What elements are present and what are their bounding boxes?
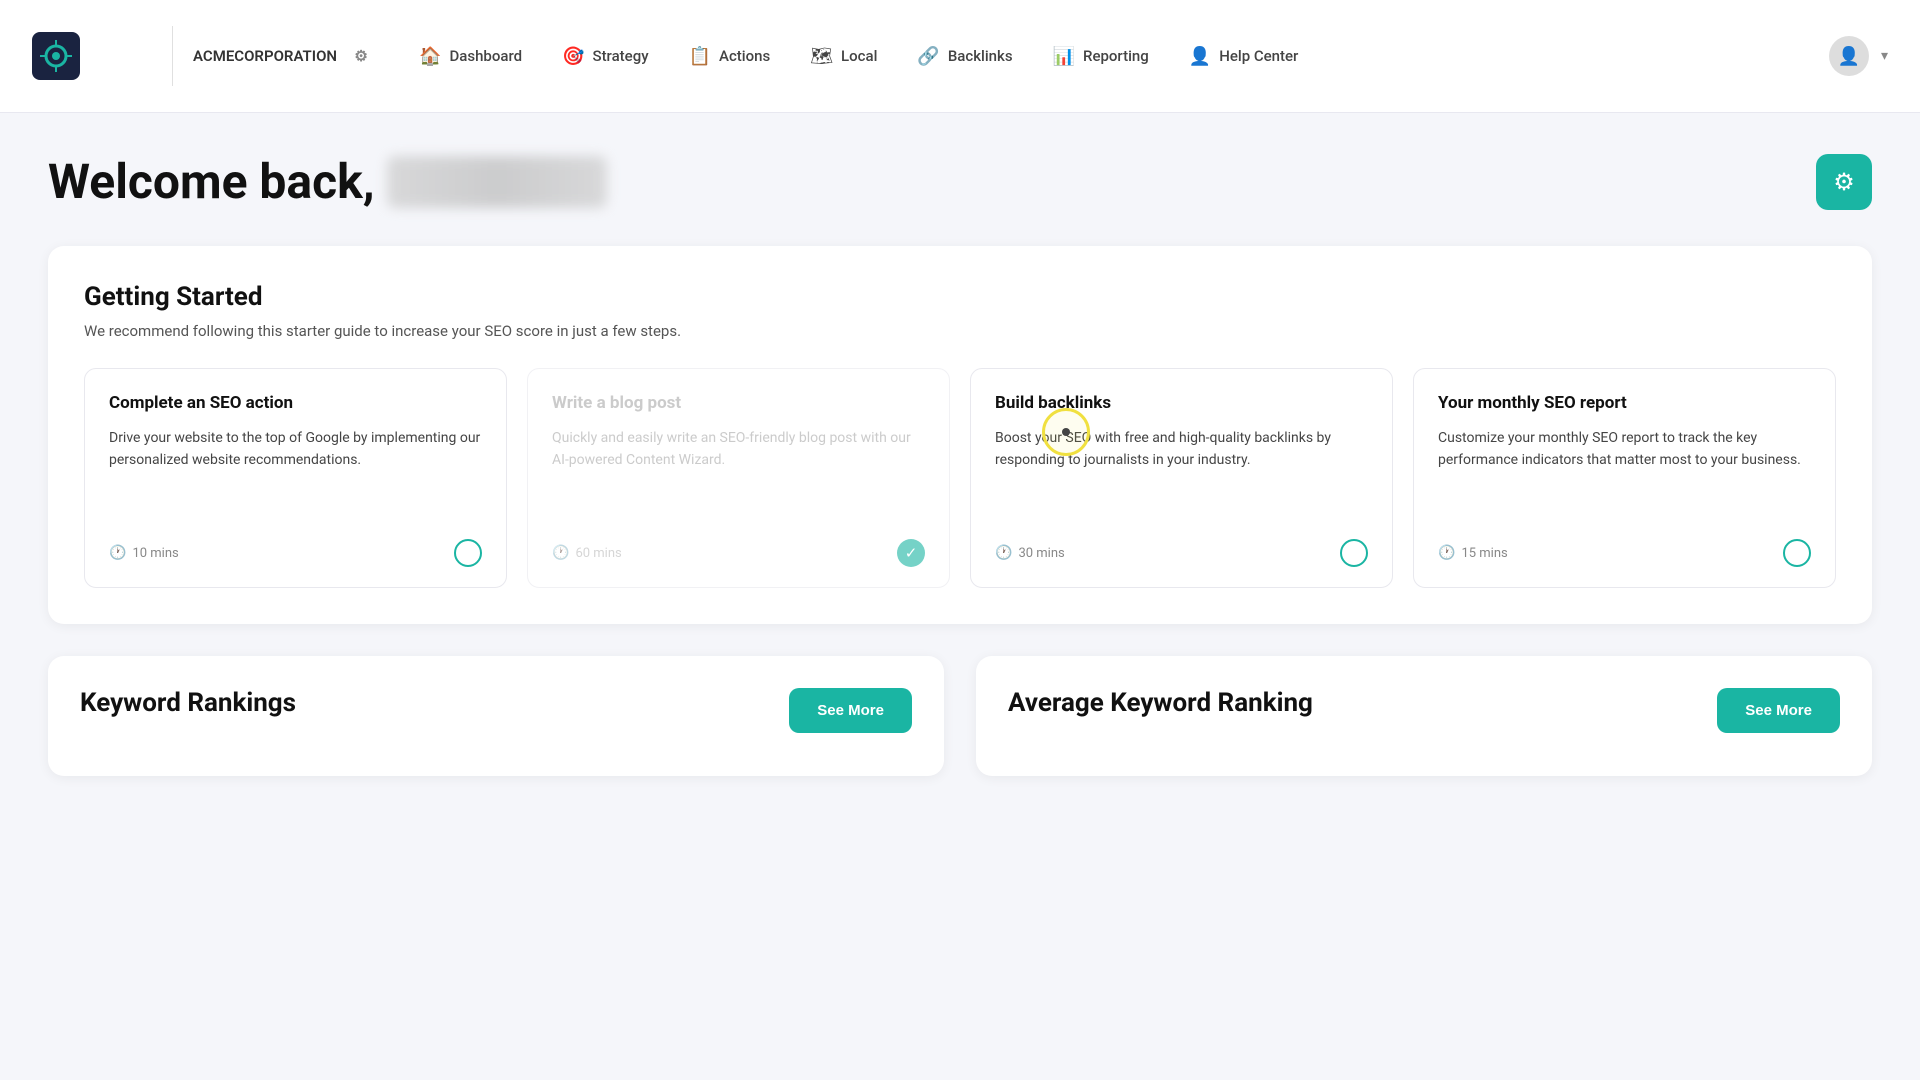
nav-item-reporting[interactable]: 📊 Reporting xyxy=(1035,36,1167,77)
step-check-blog-post[interactable]: ✓ xyxy=(897,539,925,567)
step-card-backlinks[interactable]: Build backlinks Boost your SEO with free… xyxy=(970,368,1393,588)
keyword-rankings-title: Keyword Rankings xyxy=(80,688,296,718)
keyword-rankings-card: Keyword Rankings See More xyxy=(48,656,944,776)
step-time-blog-post: 🕐 60 mins xyxy=(552,545,622,561)
page-settings-icon: ⚙ xyxy=(1833,168,1855,196)
header-divider xyxy=(172,26,173,86)
user-name-blurred xyxy=(387,156,607,208)
step-check-backlinks[interactable] xyxy=(1340,539,1368,567)
main-content: Welcome back, ⚙ Getting Started We recom… xyxy=(0,113,1920,816)
reporting-icon: 📊 xyxy=(1053,46,1075,67)
step-card-blog-post[interactable]: Write a blog post Quickly and easily wri… xyxy=(527,368,950,588)
welcome-prefix: Welcome back, xyxy=(48,153,375,210)
step-time-value-blog-post: 60 mins xyxy=(575,546,621,561)
step-card-seo-action[interactable]: Complete an SEO action Drive your websit… xyxy=(84,368,507,588)
avg-keyword-ranking-card: Average Keyword Ranking See More xyxy=(976,656,1872,776)
step-desc-seo-report: Customize your monthly SEO report to tra… xyxy=(1438,427,1811,519)
keyword-rankings-see-more-button[interactable]: See More xyxy=(789,688,912,733)
backlinks-icon: 🔗 xyxy=(917,46,939,67)
step-footer-seo-action: 🕐 10 mins xyxy=(109,539,482,567)
clock-icon-backlinks: 🕐 xyxy=(995,545,1012,561)
step-title-backlinks: Build backlinks xyxy=(995,393,1368,413)
actions-icon: 📋 xyxy=(689,46,711,67)
step-footer-backlinks: 🕐 30 mins xyxy=(995,539,1368,567)
step-time-seo-report: 🕐 15 mins xyxy=(1438,545,1508,561)
local-icon: 🗺 xyxy=(810,46,833,67)
nav-label-dashboard: Dashboard xyxy=(449,47,522,65)
nav-label-helpcenter: Help Center xyxy=(1219,47,1298,65)
getting-started-subtitle: We recommend following this starter guid… xyxy=(84,322,1836,340)
step-check-seo-report[interactable] xyxy=(1783,539,1811,567)
step-desc-seo-action: Drive your website to the top of Google … xyxy=(109,427,482,519)
step-footer-seo-report: 🕐 15 mins xyxy=(1438,539,1811,567)
user-avatar-button[interactable]: 👤 xyxy=(1829,36,1869,76)
nav-item-helpcenter[interactable]: 👤 Help Center xyxy=(1171,36,1317,77)
welcome-text: Welcome back, xyxy=(48,153,607,210)
nav-item-dashboard[interactable]: 🏠 Dashboard xyxy=(401,36,540,77)
bottom-grid: Keyword Rankings See More Average Keywor… xyxy=(48,656,1872,776)
cursor-indicator xyxy=(1042,408,1090,456)
logo-icon xyxy=(32,32,80,80)
clock-icon-blog-post: 🕐 xyxy=(552,545,569,561)
step-title-blog-post: Write a blog post xyxy=(552,393,925,413)
getting-started-section: Getting Started We recommend following t… xyxy=(48,246,1872,624)
step-time-seo-action: 🕐 10 mins xyxy=(109,545,179,561)
step-desc-blog-post: Quickly and easily write an SEO-friendly… xyxy=(552,427,925,519)
account-settings-icon[interactable]: ⚙ xyxy=(345,40,377,72)
step-time-backlinks: 🕐 30 mins xyxy=(995,545,1065,561)
clock-icon-seo-report: 🕐 xyxy=(1438,545,1455,561)
clock-icon-seo-action: 🕐 xyxy=(109,545,126,561)
account-selector[interactable]: ACMECORPORATION ⚙ xyxy=(193,40,377,72)
cursor-dot xyxy=(1062,428,1070,436)
dashboard-icon: 🏠 xyxy=(419,46,441,67)
nav-item-actions[interactable]: 📋 Actions xyxy=(671,36,789,77)
steps-grid: Complete an SEO action Drive your websit… xyxy=(84,368,1836,588)
nav-label-strategy: Strategy xyxy=(592,47,648,65)
header: ACMECORPORATION ⚙ 🏠 Dashboard 🎯 Strategy… xyxy=(0,0,1920,113)
step-time-value-backlinks: 30 mins xyxy=(1018,546,1064,561)
nav-label-actions: Actions xyxy=(719,47,770,65)
nav-label-reporting: Reporting xyxy=(1083,47,1149,65)
step-footer-blog-post: 🕐 60 mins ✓ xyxy=(552,539,925,567)
user-dropdown-chevron[interactable]: ▾ xyxy=(1881,48,1888,64)
nav-item-backlinks[interactable]: 🔗 Backlinks xyxy=(899,36,1030,77)
avg-keyword-ranking-title: Average Keyword Ranking xyxy=(1008,688,1313,718)
nav-label-backlinks: Backlinks xyxy=(948,47,1013,65)
header-right: 👤 ▾ xyxy=(1829,36,1888,76)
step-check-seo-action[interactable] xyxy=(454,539,482,567)
step-time-value-seo-action: 10 mins xyxy=(132,546,178,561)
step-title-seo-action: Complete an SEO action xyxy=(109,393,482,413)
welcome-row: Welcome back, ⚙ xyxy=(48,153,1872,210)
logo-area xyxy=(32,32,152,80)
main-nav: 🏠 Dashboard 🎯 Strategy 📋 Actions 🗺 Local… xyxy=(401,36,1829,77)
step-title-seo-report: Your monthly SEO report xyxy=(1438,393,1811,413)
step-card-seo-report[interactable]: Your monthly SEO report Customize your m… xyxy=(1413,368,1836,588)
page-settings-button[interactable]: ⚙ xyxy=(1816,154,1872,210)
nav-item-local[interactable]: 🗺 Local xyxy=(792,36,895,77)
nav-item-strategy[interactable]: 🎯 Strategy xyxy=(544,36,667,77)
getting-started-title: Getting Started xyxy=(84,282,1836,312)
avg-keyword-ranking-see-more-button[interactable]: See More xyxy=(1717,688,1840,733)
strategy-icon: 🎯 xyxy=(562,46,584,67)
step-time-value-seo-report: 15 mins xyxy=(1461,546,1507,561)
helpcenter-icon: 👤 xyxy=(1189,46,1211,67)
account-name: ACMECORPORATION xyxy=(193,47,337,65)
nav-label-local: Local xyxy=(841,47,877,65)
